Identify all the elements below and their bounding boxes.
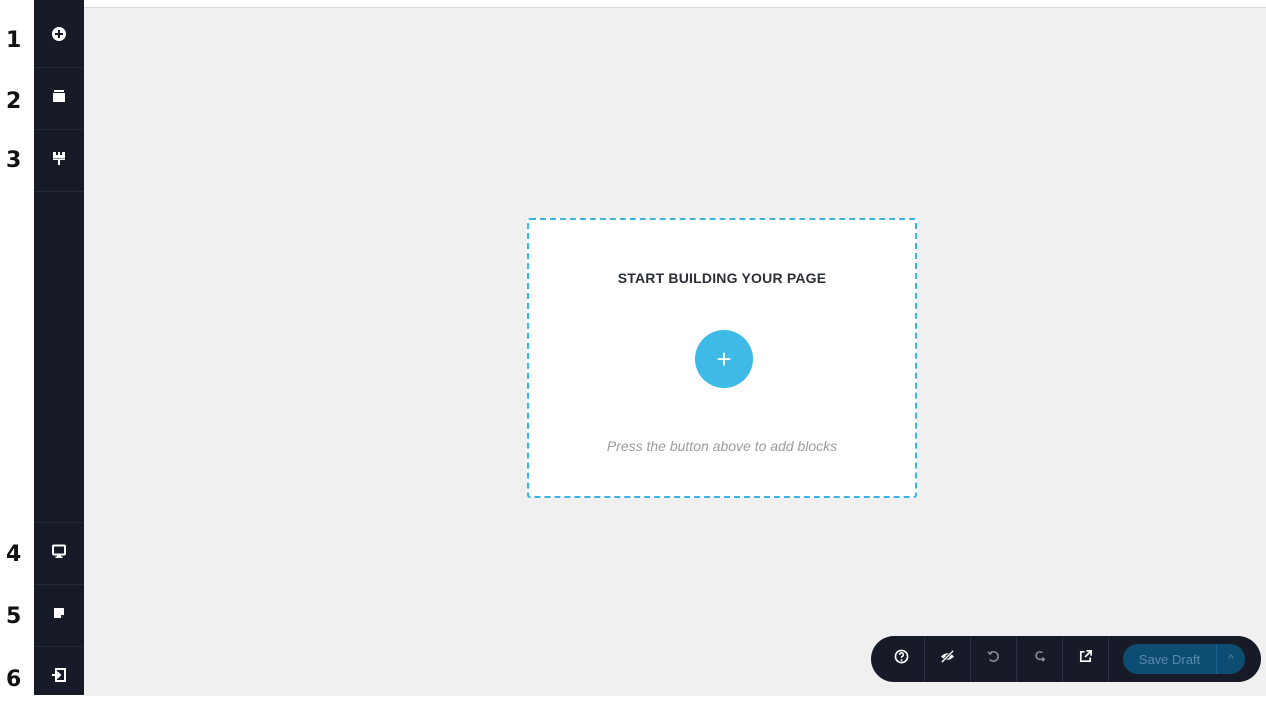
help-icon: [894, 649, 909, 669]
add-circle-icon: [51, 26, 67, 47]
callout-3: 3: [6, 148, 22, 173]
callout-6: 6: [6, 667, 22, 692]
desktop-icon: [51, 543, 67, 564]
help-button[interactable]: [871, 636, 925, 682]
save-draft-button[interactable]: Save Draft: [1123, 644, 1217, 674]
hide-icon: [940, 649, 955, 669]
callout-5: 5: [6, 604, 22, 629]
callout-4: 4: [6, 542, 22, 567]
layout-icon: [51, 88, 67, 109]
add-block-button[interactable]: +: [695, 330, 753, 388]
left-sidebar: [34, 0, 84, 695]
callout-2: 2: [6, 89, 22, 114]
chevron-up-icon: ^: [1228, 653, 1234, 665]
page-icon: [51, 605, 67, 626]
preview-external-button[interactable]: [1063, 636, 1109, 682]
external-link-icon: [1078, 649, 1093, 669]
save-draft-group: Save Draft ^: [1123, 644, 1245, 674]
exit-sidebar-button[interactable]: [34, 646, 84, 708]
desktop-view-sidebar-button[interactable]: [34, 522, 84, 584]
empty-page-drop-zone[interactable]: START BUILDING YOUR PAGE + Press the but…: [527, 218, 917, 498]
drop-zone-title: START BUILDING YOUR PAGE: [617, 270, 827, 286]
save-options-dropdown-button[interactable]: ^: [1217, 644, 1245, 674]
callout-1: 1: [6, 28, 22, 53]
bottom-toolbar: Save Draft ^: [871, 636, 1261, 682]
undo-icon: [986, 649, 1001, 669]
undo-button[interactable]: [971, 636, 1017, 682]
add-block-sidebar-button[interactable]: [34, 6, 84, 68]
exit-icon: [51, 667, 67, 688]
style-sidebar-button[interactable]: [34, 130, 84, 192]
layout-sidebar-button[interactable]: [34, 68, 84, 130]
drop-zone-hint: Press the button above to add blocks: [606, 438, 838, 454]
redo-icon: [1032, 649, 1047, 669]
style-icon: [51, 150, 67, 171]
page-settings-sidebar-button[interactable]: [34, 584, 84, 646]
plus-icon: +: [716, 343, 732, 374]
redo-button[interactable]: [1017, 636, 1063, 682]
toggle-visibility-button[interactable]: [925, 636, 971, 682]
